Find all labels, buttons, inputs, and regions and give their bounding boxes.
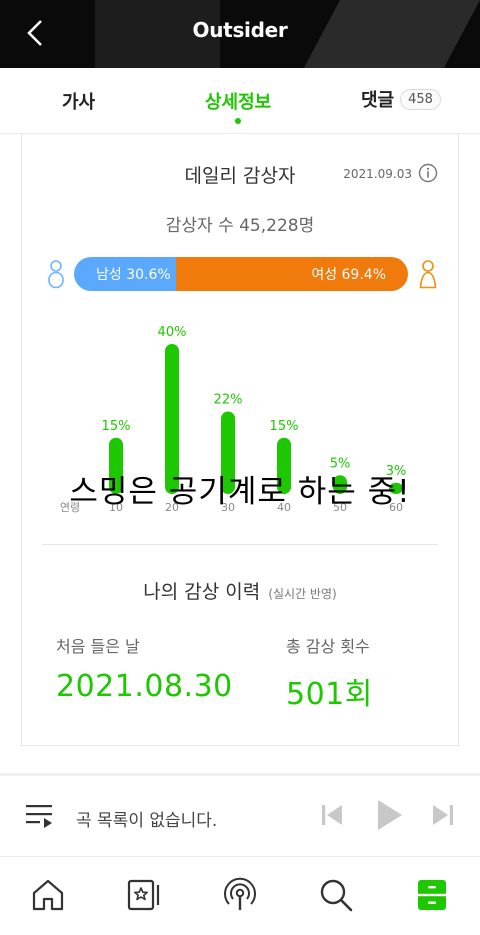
total-plays-label: 총 감상 횟수: [286, 637, 370, 656]
tab-details[interactable]: 상세정보: [205, 88, 272, 124]
age-bar-value-label: 15%: [102, 419, 131, 434]
male-segment: 남성 30.6%: [74, 257, 177, 291]
age-axis-tick-label: 20: [165, 501, 179, 514]
gender-ratio: 남성 30.6% 여성 69.4%: [46, 256, 438, 292]
age-bar: [109, 437, 123, 494]
age-axis-tick-label: 10: [109, 501, 123, 514]
next-track-icon[interactable]: [431, 800, 455, 830]
library-icon: [418, 880, 446, 910]
nav-library[interactable]: [412, 875, 452, 915]
total-plays-value: 501회: [286, 677, 373, 712]
daily-listeners-card: 데일리 감상자 2021.09.03 감상자 수 45,228명 남성 30.6…: [21, 134, 459, 746]
song-title: Outsider: [192, 18, 288, 42]
nav-podcast[interactable]: [220, 875, 260, 915]
nav-music-card[interactable]: [124, 875, 164, 915]
top-bar: Outsider: [0, 0, 480, 68]
age-bar: [165, 344, 179, 494]
age-bar-value-label: 5%: [330, 456, 351, 471]
search-icon: [320, 879, 353, 912]
female-ratio-label: 여성 69.4%: [311, 267, 386, 283]
listener-count: 감상자 수 45,228명: [165, 216, 315, 236]
tab-comments[interactable]: 댓글 458: [361, 86, 441, 112]
age-axis-prefix-label: 연령: [60, 501, 80, 514]
history-title: 나의 감상 이력 (실시간 반영): [22, 577, 458, 604]
tab-bar: 가사 상세정보 댓글 458: [0, 68, 480, 134]
mini-player: 곡 목록이 없습니다.: [0, 773, 480, 857]
stats-date: 2021.09.03: [343, 167, 412, 181]
play-icon[interactable]: [376, 798, 404, 832]
tab-lyrics[interactable]: 가사: [62, 88, 95, 114]
comment-count-badge: 458: [400, 88, 441, 110]
first-listen-label: 처음 들은 날: [56, 637, 140, 656]
nav-home[interactable]: [28, 875, 68, 915]
history-subtitle: (실시간 반영): [268, 587, 337, 601]
tab-details-label: 상세정보: [205, 92, 272, 113]
divider: [42, 544, 438, 545]
age-axis-tick-label: 50: [333, 501, 347, 514]
first-listen-date: 2021.08.30: [56, 669, 233, 704]
history-title-text: 나의 감상 이력: [143, 581, 261, 603]
age-bar: [277, 437, 291, 494]
playlist-icon[interactable]: [26, 802, 56, 830]
home-icon: [32, 879, 64, 911]
player-empty-message: 곡 목록이 없습니다.: [76, 811, 218, 831]
male-icon: [48, 260, 64, 289]
female-icon: [419, 260, 437, 289]
male-ratio-label: 남성 30.6%: [96, 267, 171, 283]
tab-comments-label: 댓글: [361, 90, 395, 111]
age-bar-value-label: 22%: [214, 393, 243, 408]
age-axis-tick-label: 40: [277, 501, 291, 514]
age-axis-tick-label: 30: [221, 501, 235, 514]
podcast-icon: [224, 877, 256, 910]
age-axis-tick-label: 60: [389, 501, 403, 514]
nav-search[interactable]: [316, 875, 356, 915]
age-bar: [389, 482, 403, 494]
age-bar-value-label: 15%: [270, 419, 299, 434]
age-bar: [221, 411, 235, 494]
gender-bar: 남성 30.6% 여성 69.4%: [74, 257, 408, 291]
bottom-navigation: [0, 857, 480, 935]
age-distribution-chart: 15% 10 40% 20 22% 30 15% 40 5% 50 3% 60 연령: [60, 325, 407, 514]
age-bar-value-label: 3%: [386, 464, 407, 479]
previous-track-icon[interactable]: [320, 800, 344, 830]
music-card-icon: [127, 879, 160, 911]
female-segment: 여성 69.4%: [176, 257, 408, 291]
age-bar: [333, 475, 347, 494]
info-icon[interactable]: [418, 163, 438, 183]
age-bar-value-label: 40%: [158, 325, 187, 340]
active-tab-indicator: [235, 118, 242, 124]
